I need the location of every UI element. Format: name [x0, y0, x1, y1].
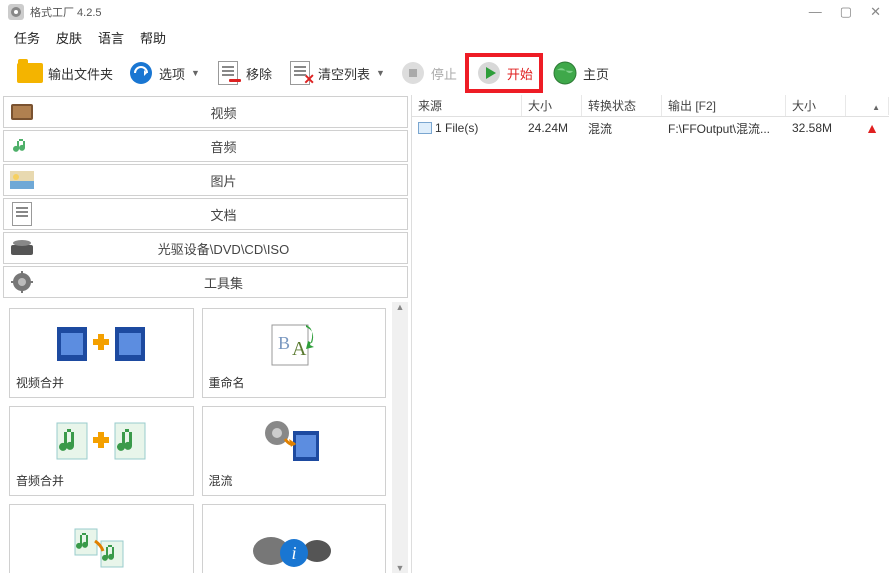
maximize-button[interactable]: ▢: [840, 4, 852, 20]
options-button[interactable]: 选项 ▼: [121, 57, 206, 89]
optical-icon: [8, 237, 36, 259]
options-label: 选项: [159, 64, 185, 83]
clear-list-label: 清空列表: [318, 64, 370, 83]
svg-text:A: A: [292, 338, 307, 360]
home-icon: [551, 59, 579, 87]
tool-video-merge-label: 视频合并: [16, 372, 187, 391]
minimize-button[interactable]: ―: [809, 4, 822, 20]
svg-text:i: i: [291, 543, 296, 563]
cell-source-text: 1 File(s): [435, 121, 478, 135]
stop-button[interactable]: 停止: [393, 57, 463, 89]
col-size[interactable]: 大小: [522, 95, 582, 116]
stop-label: 停止: [431, 64, 457, 83]
main-area: 视频 音频 图片 文档 光驱设备\DVD\CD\ISO: [0, 95, 889, 573]
col-source[interactable]: 来源: [412, 95, 522, 116]
start-icon: [475, 59, 503, 87]
tool-audio-merge-label: 音频合并: [16, 470, 187, 489]
category-document[interactable]: 文档: [3, 198, 408, 230]
category-optical-label: 光驱设备\DVD\CD\ISO: [40, 239, 407, 258]
category-toolset[interactable]: 工具集: [3, 266, 408, 298]
app-icon: [8, 4, 24, 20]
right-panel: 来源 大小 转换状态 输出 [F2] 大小 ▲ 1 File(s) 24.24M…: [412, 95, 889, 573]
audio-merge-icon: [16, 413, 187, 470]
video-merge-icon: [16, 315, 187, 372]
clear-list-button[interactable]: 清空列表 ▼: [280, 57, 391, 89]
menu-task[interactable]: 任务: [14, 28, 40, 47]
scroll-up-icon[interactable]: ▲: [396, 302, 405, 312]
cell-source: 1 File(s): [412, 119, 522, 137]
up-arrow-icon: ▲: [865, 120, 879, 136]
remove-icon: [214, 59, 242, 87]
start-button[interactable]: 开始: [465, 53, 543, 93]
category-video[interactable]: 视频: [3, 96, 408, 128]
picture-icon: [8, 169, 36, 191]
rename-icon: BA: [209, 315, 380, 372]
tool-rename[interactable]: BA 重命名: [202, 308, 387, 398]
col-output[interactable]: 输出 [F2]: [662, 95, 786, 116]
cell-size: 24.24M: [522, 119, 582, 137]
chevron-down-icon: ▼: [376, 68, 385, 78]
extra-tool-icon-1: [16, 511, 187, 573]
category-picture[interactable]: 图片: [3, 164, 408, 196]
clear-list-icon: [286, 59, 314, 87]
stop-icon: [399, 59, 427, 87]
window-title: 格式工厂 4.2.5: [30, 4, 809, 20]
tools-area: 视频合并 BA 重命名 音频合并: [3, 302, 408, 573]
category-audio-label: 音频: [40, 137, 407, 156]
tool-mux-label: 混流: [209, 470, 380, 489]
close-button[interactable]: ✕: [870, 4, 881, 20]
cell-status: 混流: [582, 118, 662, 139]
category-picture-label: 图片: [40, 171, 407, 190]
tools-grid: 视频合并 BA 重命名 音频合并: [3, 302, 392, 573]
options-icon: [127, 59, 155, 87]
menu-skin[interactable]: 皮肤: [56, 28, 82, 47]
toolset-icon: [8, 271, 36, 293]
col-size2[interactable]: 大小: [786, 95, 846, 116]
home-label: 主页: [583, 64, 609, 83]
col-status[interactable]: 转换状态: [582, 95, 662, 116]
category-document-label: 文档: [40, 205, 407, 224]
tool-audio-merge[interactable]: 音频合并: [9, 406, 194, 496]
remove-label: 移除: [246, 64, 272, 83]
svg-text:B: B: [278, 333, 290, 353]
table-header: 来源 大小 转换状态 输出 [F2] 大小 ▲: [412, 95, 889, 117]
category-audio[interactable]: 音频: [3, 130, 408, 162]
tool-extra-2[interactable]: i: [202, 504, 387, 573]
scroll-down-icon[interactable]: ▼: [396, 563, 405, 573]
left-panel: 视频 音频 图片 文档 光驱设备\DVD\CD\ISO: [0, 95, 412, 573]
extra-tool-icon-2: i: [209, 511, 380, 573]
start-label: 开始: [507, 64, 533, 83]
document-icon: [8, 203, 36, 225]
toolbar: 输出文件夹 选项 ▼ 移除 清空列表 ▼ 停止 开始 主页: [0, 51, 889, 95]
scrollbar[interactable]: ▲ ▼: [392, 302, 408, 573]
tool-extra-1[interactable]: [9, 504, 194, 573]
menubar: 任务 皮肤 语言 帮助: [0, 24, 889, 51]
folder-icon: [16, 59, 44, 87]
window-controls: ― ▢ ✕: [809, 4, 881, 20]
titlebar: 格式工厂 4.2.5 ― ▢ ✕: [0, 0, 889, 24]
col-sort[interactable]: ▲: [846, 97, 889, 115]
category-optical[interactable]: 光驱设备\DVD\CD\ISO: [3, 232, 408, 264]
output-folder-label: 输出文件夹: [48, 64, 113, 83]
menu-help[interactable]: 帮助: [140, 28, 166, 47]
audio-icon: [8, 135, 36, 157]
cell-indicator: ▲: [846, 118, 889, 138]
chevron-down-icon: ▼: [191, 68, 200, 78]
cell-size2: 32.58M: [786, 119, 846, 137]
home-button[interactable]: 主页: [545, 57, 615, 89]
category-toolset-label: 工具集: [40, 273, 407, 292]
file-icon: [418, 122, 432, 134]
output-folder-button[interactable]: 输出文件夹: [10, 57, 119, 89]
cell-output: F:\FFOutput\混流...: [662, 118, 786, 139]
menu-language[interactable]: 语言: [98, 28, 124, 47]
tool-rename-label: 重命名: [209, 372, 380, 391]
remove-button[interactable]: 移除: [208, 57, 278, 89]
table-row[interactable]: 1 File(s) 24.24M 混流 F:\FFOutput\混流... 32…: [412, 117, 889, 139]
chevron-up-icon: ▲: [872, 103, 880, 112]
mux-icon: [209, 413, 380, 470]
tool-video-merge[interactable]: 视频合并: [9, 308, 194, 398]
video-icon: [8, 101, 36, 123]
category-video-label: 视频: [40, 103, 407, 122]
tool-mux[interactable]: 混流: [202, 406, 387, 496]
